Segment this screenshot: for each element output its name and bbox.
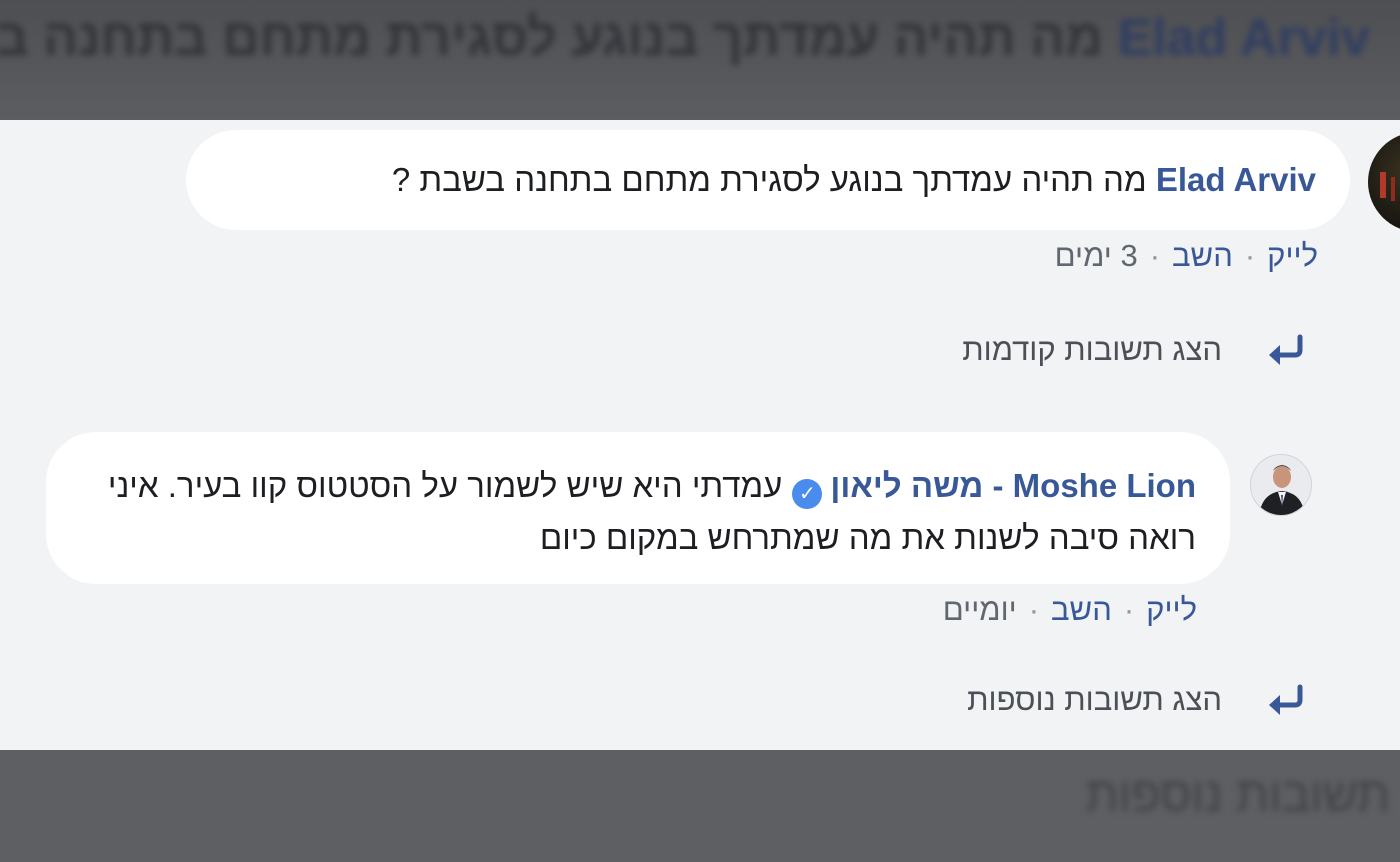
separator: · xyxy=(1028,592,1040,627)
comment-author-link[interactable]: Elad Arviv xyxy=(1156,161,1316,198)
view-more-replies-label: הצג תשובות נוספות xyxy=(967,682,1222,717)
view-previous-replies-label: הצג תשובות קודמות xyxy=(962,332,1222,367)
background-top-body: מה תהיה עמדתך בנוגע לסגירת מתחם בתחנה בש… xyxy=(0,9,1104,67)
comment-timestamp[interactable]: יומיים xyxy=(943,592,1017,627)
separator: · xyxy=(1123,592,1135,627)
avatar[interactable] xyxy=(1250,454,1312,516)
background-top-text: Elad Arviv מה תהיה עמדתך בנוגע לסגירת מת… xyxy=(0,8,1370,68)
avatar-photo xyxy=(1251,455,1311,515)
avatar[interactable] xyxy=(1368,132,1400,232)
background-bottom: תשובות נוספות xyxy=(0,750,1400,862)
background-top-author: Elad Arviv xyxy=(1117,9,1370,67)
comments-panel: Elad Arviv מה תהיה עמדתך בנוגע לסגירת מת… xyxy=(0,120,1400,750)
reply-arrow-icon xyxy=(1269,334,1303,365)
comment-author-link[interactable]: Moshe Lion - משה ליאון xyxy=(830,467,1196,504)
background-bottom-text: תשובות נוספות xyxy=(1085,769,1390,822)
like-link[interactable]: לייק xyxy=(1267,238,1318,273)
comment-bubble: Elad Arviv מה תהיה עמדתך בנוגע לסגירת מת… xyxy=(186,130,1350,230)
view-previous-replies-link[interactable]: הצג תשובות קודמות xyxy=(962,332,1304,368)
separator: · xyxy=(1244,238,1256,273)
reply-link[interactable]: השב xyxy=(1051,592,1112,627)
comment-timestamp[interactable]: 3 ימים xyxy=(1055,238,1138,273)
comment-actions: לייק · השב · 3 ימים xyxy=(1055,238,1318,274)
like-link[interactable]: לייק xyxy=(1146,592,1197,627)
comment-actions: לייק · השב · יומיים xyxy=(943,592,1197,628)
comment-text: מה תהיה עמדתך בנוגע לסגירת מתחם בתחנה בש… xyxy=(391,161,1147,198)
reply-arrow-icon xyxy=(1269,684,1303,715)
separator: · xyxy=(1149,238,1161,273)
background-top-comment: Elad Arviv מה תהיה עמדתך בנוגע לסגירת מת… xyxy=(0,0,1400,120)
verified-badge-icon: ✓ xyxy=(792,479,823,509)
view-more-replies-link[interactable]: הצג תשובות נוספות xyxy=(967,682,1304,718)
reply-link[interactable]: השב xyxy=(1172,238,1233,273)
comment-bubble: Moshe Lion - משה ליאון✓עמדתי היא שיש לשמ… xyxy=(46,432,1230,584)
